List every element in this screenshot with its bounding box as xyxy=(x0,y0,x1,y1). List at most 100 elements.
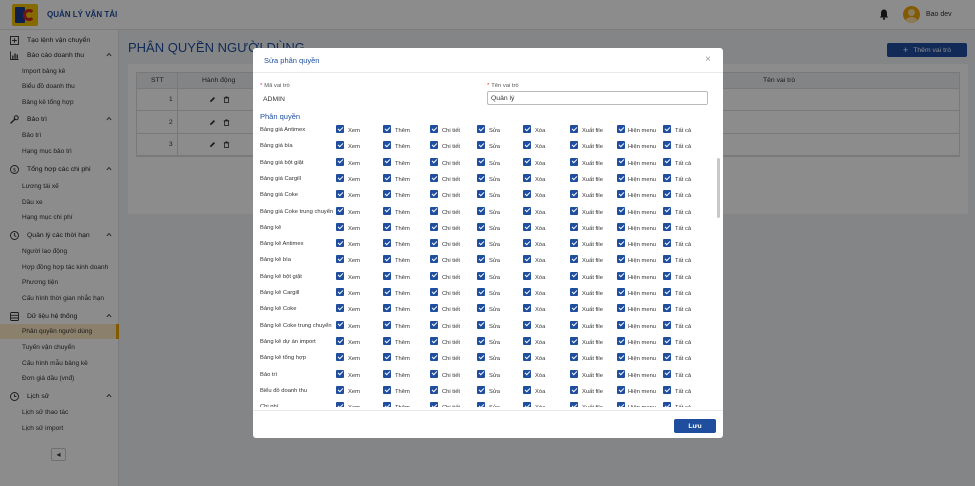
permission-checkbox[interactable] xyxy=(430,336,438,345)
permission-checkbox[interactable] xyxy=(570,190,578,199)
permission-checkbox-label[interactable]: Tất cả xyxy=(675,242,691,248)
permission-checkbox-label[interactable]: Thêm xyxy=(395,161,410,167)
permission-checkbox-label[interactable]: Sửa xyxy=(489,373,500,379)
permission-checkbox-label[interactable]: Tất cả xyxy=(675,389,691,395)
permission-checkbox[interactable] xyxy=(383,125,391,133)
permission-checkbox[interactable] xyxy=(336,157,344,166)
permission-checkbox-label[interactable]: Sửa xyxy=(489,307,500,313)
permission-checkbox-label[interactable]: Thêm xyxy=(395,291,410,297)
save-button[interactable]: Lưu xyxy=(674,419,716,433)
permission-checkbox-label[interactable]: Chi tiết xyxy=(442,144,460,150)
permission-checkbox[interactable] xyxy=(617,320,625,329)
permission-checkbox-label[interactable]: Xuất file xyxy=(582,389,603,395)
permission-checkbox[interactable] xyxy=(383,190,391,199)
permission-checkbox[interactable] xyxy=(430,288,438,296)
permission-checkbox-label[interactable]: Thêm xyxy=(395,275,410,281)
permission-checkbox-label[interactable]: Xóa xyxy=(535,291,545,297)
permission-checkbox[interactable] xyxy=(383,385,391,394)
permission-checkbox[interactable] xyxy=(523,157,531,166)
permission-checkbox-label[interactable]: Sửa xyxy=(489,128,500,134)
permission-checkbox-label[interactable]: Sửa xyxy=(489,210,500,216)
permission-checkbox-label[interactable]: Xóa xyxy=(535,389,545,395)
permission-checkbox-label[interactable]: Hiện menu xyxy=(628,373,656,379)
permission-checkbox-label[interactable]: Tất cả xyxy=(675,324,691,330)
permission-checkbox[interactable] xyxy=(477,239,485,248)
permission-checkbox-label[interactable]: Chi tiết xyxy=(442,258,460,264)
permission-checkbox-label[interactable]: Hiện menu xyxy=(628,405,656,407)
close-icon[interactable]: × xyxy=(705,54,711,65)
permission-checkbox-label[interactable]: Xem xyxy=(348,144,360,150)
permission-scrollbar[interactable] xyxy=(717,158,720,218)
permission-checkbox[interactable] xyxy=(383,141,391,150)
permission-checkbox[interactable] xyxy=(663,271,671,280)
permission-checkbox[interactable] xyxy=(523,239,531,248)
permission-checkbox[interactable] xyxy=(617,239,625,248)
permission-checkbox[interactable] xyxy=(663,222,671,231)
permission-checkbox[interactable] xyxy=(617,141,625,150)
permission-checkbox-label[interactable]: Hiện menu xyxy=(628,177,656,183)
permission-checkbox[interactable] xyxy=(663,157,671,166)
permission-checkbox-label[interactable]: Xuất file xyxy=(582,405,603,407)
permission-checkbox[interactable] xyxy=(477,402,485,407)
permission-checkbox[interactable] xyxy=(523,125,531,133)
permission-checkbox[interactable] xyxy=(617,255,625,264)
permission-checkbox-label[interactable]: Xóa xyxy=(535,405,545,407)
permission-checkbox[interactable] xyxy=(663,173,671,182)
permission-checkbox-label[interactable]: Xuất file xyxy=(582,226,603,232)
permission-checkbox[interactable] xyxy=(383,222,391,231)
permission-checkbox[interactable] xyxy=(663,336,671,345)
permission-checkbox-label[interactable]: Hiện menu xyxy=(628,324,656,330)
permission-checkbox[interactable] xyxy=(523,255,531,264)
permission-checkbox-label[interactable]: Xem xyxy=(348,405,360,407)
permission-checkbox[interactable] xyxy=(617,206,625,215)
permission-checkbox[interactable] xyxy=(477,385,485,394)
permission-checkbox-label[interactable]: Xóa xyxy=(535,258,545,264)
permission-checkbox[interactable] xyxy=(430,271,438,280)
permission-checkbox-label[interactable]: Thêm xyxy=(395,242,410,248)
permission-checkbox-label[interactable]: Chi tiết xyxy=(442,177,460,183)
permission-checkbox[interactable] xyxy=(570,385,578,394)
permission-checkbox[interactable] xyxy=(430,222,438,231)
permission-checkbox-label[interactable]: Thêm xyxy=(395,226,410,232)
permission-checkbox[interactable] xyxy=(477,304,485,313)
permission-checkbox[interactable] xyxy=(430,304,438,313)
permission-checkbox-label[interactable]: Thêm xyxy=(395,373,410,379)
permission-checkbox[interactable] xyxy=(663,320,671,329)
permission-checkbox-label[interactable]: Xem xyxy=(348,210,360,216)
permission-checkbox[interactable] xyxy=(383,157,391,166)
role-code-field[interactable]: ADMIN xyxy=(260,92,478,106)
permission-checkbox[interactable] xyxy=(383,206,391,215)
permission-checkbox-label[interactable]: Tất cả xyxy=(675,226,691,232)
permission-checkbox[interactable] xyxy=(617,271,625,280)
permission-checkbox-label[interactable]: Hiện menu xyxy=(628,128,656,134)
permission-checkbox[interactable] xyxy=(336,288,344,296)
permission-checkbox[interactable] xyxy=(570,271,578,280)
permission-checkbox-label[interactable]: Sửa xyxy=(489,340,500,346)
permission-checkbox-label[interactable]: Chi tiết xyxy=(442,340,460,346)
permission-checkbox[interactable] xyxy=(336,402,344,407)
permission-checkbox[interactable] xyxy=(663,125,671,133)
permission-checkbox-label[interactable]: Sửa xyxy=(489,356,500,362)
permission-checkbox-label[interactable]: Hiện menu xyxy=(628,193,656,199)
permission-checkbox[interactable] xyxy=(383,239,391,248)
permission-checkbox[interactable] xyxy=(523,304,531,313)
permission-checkbox[interactable] xyxy=(336,385,344,394)
permission-checkbox-label[interactable]: Thêm xyxy=(395,356,410,362)
permission-checkbox[interactable] xyxy=(430,239,438,248)
permission-checkbox[interactable] xyxy=(523,173,531,182)
permission-checkbox[interactable] xyxy=(383,255,391,264)
permission-checkbox-label[interactable]: Chi tiết xyxy=(442,161,460,167)
permission-checkbox-label[interactable]: Chi tiết xyxy=(442,242,460,248)
permission-checkbox-label[interactable]: Xóa xyxy=(535,226,545,232)
permission-checkbox[interactable] xyxy=(663,255,671,264)
permission-checkbox-label[interactable]: Tất cả xyxy=(675,144,691,150)
permission-checkbox-label[interactable]: Xem xyxy=(348,324,360,330)
permission-checkbox-label[interactable]: Xuất file xyxy=(582,161,603,167)
permission-checkbox[interactable] xyxy=(383,353,391,362)
permission-checkbox-label[interactable]: Hiện menu xyxy=(628,258,656,264)
permission-checkbox-label[interactable]: Xuất file xyxy=(582,275,603,281)
permission-checkbox-label[interactable]: Xem xyxy=(348,307,360,313)
permission-checkbox[interactable] xyxy=(523,141,531,150)
permission-checkbox[interactable] xyxy=(523,320,531,329)
permission-checkbox[interactable] xyxy=(663,288,671,296)
